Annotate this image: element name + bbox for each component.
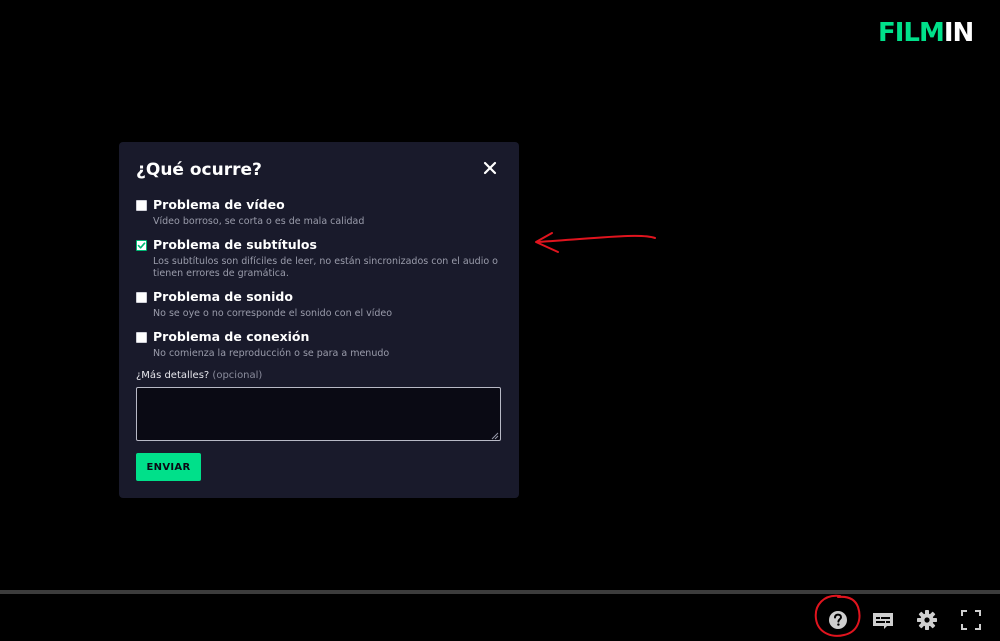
details-label: ¿Más detalles? (opcional) xyxy=(136,370,262,381)
option-description: Vídeo borroso, se corta o es de mala cal… xyxy=(153,216,365,227)
sound-problem-checkbox[interactable] xyxy=(136,292,147,303)
option-label: Problema de vídeo xyxy=(153,197,285,212)
send-button[interactable]: ENVIAR xyxy=(136,453,201,481)
option-description: Los subtítulos son difíciles de leer, no… xyxy=(153,256,498,279)
filmin-logo: FILMIN xyxy=(878,18,974,48)
details-optional-text: (opcional) xyxy=(212,370,263,381)
subtitles-problem-checkbox[interactable] xyxy=(136,240,147,251)
option-label: Problema de subtítulos xyxy=(153,237,317,252)
settings-icon[interactable] xyxy=(914,607,940,633)
option-description: No comienza la reproducción o se para a … xyxy=(153,348,390,359)
connection-problem-checkbox[interactable] xyxy=(136,332,147,343)
report-problem-dialog: ¿Qué ocurre? Problema de vídeo Vídeo bor… xyxy=(119,142,519,498)
logo-part-film: FILM xyxy=(878,18,945,48)
logo-part-in: IN xyxy=(943,18,974,48)
video-problem-checkbox[interactable] xyxy=(136,200,147,211)
subtitles-icon[interactable] xyxy=(870,607,896,633)
details-label-text: ¿Más detalles? xyxy=(136,370,210,381)
dialog-title: ¿Qué ocurre? xyxy=(136,160,262,180)
option-label: Problema de sonido xyxy=(153,289,293,304)
close-icon[interactable] xyxy=(481,159,499,177)
video-player: FILMIN ¿Qué ocurre? Problema de vídeo Ví… xyxy=(0,0,1000,641)
option-label: Problema de conexión xyxy=(153,329,310,344)
fullscreen-icon[interactable] xyxy=(958,607,984,633)
details-textarea[interactable] xyxy=(136,387,501,441)
resize-grip-icon[interactable] xyxy=(490,431,499,440)
checkmark-icon xyxy=(137,242,146,249)
option-description: No se oye o no corresponde el sonido con… xyxy=(153,308,393,319)
annotation-arrow-icon xyxy=(535,232,656,253)
annotation-circle-icon xyxy=(814,594,861,637)
